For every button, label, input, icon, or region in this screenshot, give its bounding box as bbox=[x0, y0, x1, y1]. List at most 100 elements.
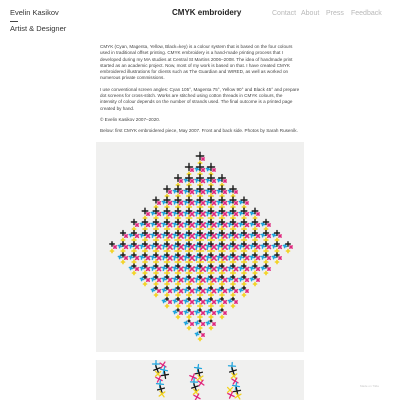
stitch-cross bbox=[255, 222, 261, 228]
stitch-cross bbox=[230, 296, 236, 302]
stitch-cross bbox=[230, 285, 236, 291]
stitch-cross bbox=[179, 179, 183, 183]
artist-name[interactable]: Evelin Kasikov bbox=[10, 9, 59, 17]
stitch-cross bbox=[211, 178, 217, 184]
stitch-cross bbox=[197, 336, 203, 342]
stitch-cross bbox=[145, 222, 151, 228]
stitch-cross bbox=[200, 178, 206, 184]
stitch-cross bbox=[198, 330, 202, 334]
technique-paragraph: I use conventional screen angles: Cyan 1… bbox=[100, 86, 300, 111]
stitch-cross bbox=[167, 200, 173, 206]
stitch-cross bbox=[160, 370, 170, 380]
stitch-cross bbox=[124, 234, 128, 238]
stitch-cross bbox=[223, 179, 227, 183]
stitch-cross bbox=[234, 300, 238, 304]
stitch-cross bbox=[134, 266, 140, 272]
stitch-cross bbox=[167, 211, 173, 217]
stitch-cross bbox=[134, 255, 140, 261]
stitch-cross bbox=[219, 296, 225, 302]
stitch-cross bbox=[266, 255, 272, 261]
nav-contact-link[interactable]: Contact bbox=[272, 10, 296, 17]
stitch-cross bbox=[146, 212, 150, 216]
stitch-cross bbox=[197, 314, 203, 320]
stitch-cross bbox=[266, 233, 272, 239]
stitch-cross bbox=[187, 308, 191, 312]
footer-note[interactable]: Made on Tilda bbox=[360, 385, 379, 388]
stitch-cross bbox=[142, 281, 148, 287]
stitch-cross bbox=[200, 321, 206, 327]
stitch-cross bbox=[145, 277, 151, 283]
stitch-cross bbox=[219, 292, 225, 298]
stitch-cross bbox=[131, 270, 137, 276]
stitch-cross bbox=[209, 308, 213, 312]
stitch-cross bbox=[223, 311, 227, 315]
stitch-cross bbox=[252, 281, 258, 287]
stitch-cross bbox=[131, 259, 137, 265]
stitch-cross bbox=[278, 234, 282, 238]
stitch-cross bbox=[198, 319, 202, 323]
stitch-cross bbox=[263, 259, 269, 265]
stitch-cross bbox=[222, 189, 228, 195]
stitch-cross bbox=[156, 288, 162, 294]
stitch-cross bbox=[256, 212, 260, 216]
stitch-cross bbox=[167, 299, 173, 305]
stitch-cross bbox=[267, 223, 271, 227]
stitch-cross bbox=[134, 233, 140, 239]
stitch-cross bbox=[252, 270, 258, 276]
stitch-cross bbox=[113, 245, 117, 249]
stitch-cross bbox=[256, 278, 260, 282]
stitch-cross bbox=[201, 157, 205, 161]
stitch-cross bbox=[245, 201, 249, 205]
stitch-cross bbox=[190, 168, 194, 172]
stitch-cross bbox=[153, 285, 159, 291]
stitch-cross bbox=[153, 292, 159, 298]
stitch-cross bbox=[222, 200, 228, 206]
stitch-cross bbox=[233, 200, 239, 206]
nav-feedback-link[interactable]: Feedback bbox=[351, 10, 382, 17]
stitch-cross bbox=[267, 267, 271, 271]
copyright-text: © Evelin Kasikov 2007–2020. bbox=[100, 116, 161, 122]
stitch-cross bbox=[241, 292, 247, 298]
stitch-cross bbox=[156, 222, 162, 228]
stitch-cross bbox=[189, 178, 195, 184]
stitch-cross bbox=[263, 270, 269, 276]
stitch-cross bbox=[208, 303, 214, 309]
stitch-cross bbox=[142, 274, 148, 280]
stitch-cross bbox=[189, 321, 195, 327]
stitch-cross bbox=[145, 266, 151, 272]
stitch-cross bbox=[255, 266, 261, 272]
stitch-cross bbox=[255, 233, 261, 239]
stitch-cross bbox=[134, 244, 140, 250]
photo-caption: Below: first CMYK embroidered piece, May… bbox=[100, 128, 298, 134]
stitch-cross bbox=[167, 288, 173, 294]
stitch-cross bbox=[208, 296, 214, 302]
stitch-cross bbox=[244, 266, 250, 272]
stitch-cross bbox=[230, 303, 236, 309]
stitch-cross bbox=[164, 296, 170, 302]
stitch-cross bbox=[208, 314, 214, 320]
stitch-cross bbox=[194, 331, 200, 337]
stitch-cross bbox=[187, 319, 191, 323]
stitch-cross bbox=[156, 277, 162, 283]
stitch-cross bbox=[244, 277, 250, 283]
artist-role: Artist & Designer bbox=[10, 24, 67, 33]
nav-about-link[interactable]: About bbox=[301, 10, 319, 17]
stitch-cross bbox=[145, 233, 151, 239]
stitch-cross bbox=[209, 319, 213, 323]
stitch-cross bbox=[252, 274, 258, 280]
stitch-cross bbox=[241, 270, 247, 276]
stitch-cross bbox=[244, 222, 250, 228]
page-title: CMYK embroidery bbox=[172, 8, 242, 17]
stitch-cross bbox=[212, 168, 216, 172]
stitch-cross bbox=[222, 299, 228, 305]
stitch-cross bbox=[241, 285, 247, 291]
stitch-cross bbox=[285, 248, 291, 254]
stitch-cross bbox=[186, 325, 192, 331]
stitch-cross bbox=[226, 386, 234, 394]
stitch-cross bbox=[123, 255, 129, 261]
stitch-cross bbox=[198, 308, 202, 312]
stitch-cross bbox=[234, 190, 238, 194]
stitch-cross bbox=[178, 299, 184, 305]
nav-press-link[interactable]: Press bbox=[326, 10, 344, 17]
stitch-cross bbox=[230, 292, 236, 298]
